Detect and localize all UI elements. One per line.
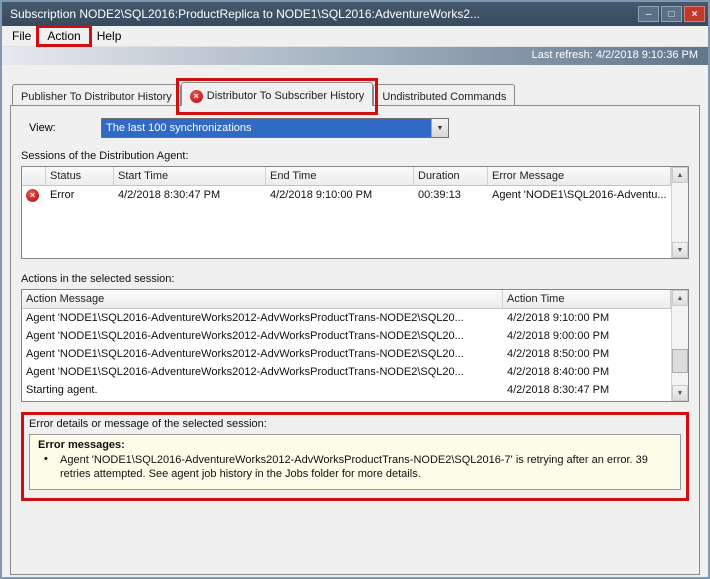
tab-label: Distributor To Subscriber History [207, 90, 365, 102]
actions-table-header: Action Message Action Time [22, 290, 671, 309]
action-message: Agent 'NODE1\SQL2016-AdventureWorks2012-… [22, 348, 503, 360]
tab-label: Undistributed Commands [382, 91, 506, 103]
view-dropdown[interactable]: The last 100 synchronizations ▼ [101, 118, 449, 138]
action-row[interactable]: Agent 'NODE1\SQL2016-AdventureWorks2012-… [22, 309, 671, 327]
subscription-window: Subscription NODE2\SQL2016:ProductReplic… [0, 0, 710, 579]
view-dropdown-value: The last 100 synchronizations [102, 119, 431, 137]
view-dropdown-button[interactable]: ▼ [431, 119, 448, 137]
minimize-icon: – [646, 9, 652, 20]
column-header-action-message[interactable]: Action Message [22, 290, 503, 308]
error-icon: × [190, 90, 203, 103]
column-header-error-message[interactable]: Error Message [488, 167, 671, 185]
session-start-time: 4/2/2018 8:30:47 PM [114, 189, 266, 201]
window-title: Subscription NODE2\SQL2016:ProductReplic… [10, 7, 638, 21]
scroll-up-button[interactable]: ▲ [672, 167, 688, 183]
close-icon: × [692, 9, 698, 20]
sessions-table-header: Status Start Time End Time Duration Erro… [22, 167, 671, 186]
tab-page-panel: View: The last 100 synchronizations ▼ Se… [10, 105, 700, 575]
actions-scrollbar[interactable]: ▲ ▼ [671, 290, 688, 401]
action-time: 4/2/2018 8:30:47 PM [503, 384, 671, 396]
error-details-box: Error messages: • Agent 'NODE1\SQL2016-A… [29, 434, 681, 490]
action-row[interactable]: Agent 'NODE1\SQL2016-AdventureWorks2012-… [22, 363, 671, 381]
title-bar: Subscription NODE2\SQL2016:ProductReplic… [2, 2, 708, 26]
error-details-label: Error details or message of the selected… [29, 418, 681, 430]
sessions-label: Sessions of the Distribution Agent: [21, 150, 689, 162]
error-message-text: Agent 'NODE1\SQL2016-AdventureWorks2012-… [60, 453, 672, 481]
error-x-glyph: × [30, 191, 35, 200]
session-status: Error [46, 189, 114, 201]
sessions-table: Status Start Time End Time Duration Erro… [21, 166, 689, 259]
column-header-start-time[interactable]: Start Time [114, 167, 266, 185]
action-time: 4/2/2018 9:00:00 PM [503, 330, 671, 342]
tab-strip: Publisher To Distributor History × Distr… [12, 81, 700, 105]
sessions-scrollbar[interactable]: ▲ ▼ [671, 167, 688, 258]
scroll-down-icon: ▼ [677, 247, 684, 254]
sessions-table-body: × Error 4/2/2018 8:30:47 PM 4/2/2018 9:1… [22, 186, 671, 258]
action-message: Starting agent. [22, 384, 503, 396]
window-controls: – □ × [638, 6, 708, 22]
scroll-up-icon: ▲ [677, 295, 684, 302]
action-row[interactable]: Agent 'NODE1\SQL2016-AdventureWorks2012-… [22, 327, 671, 345]
menu-file[interactable]: File [4, 27, 39, 45]
error-x-glyph: × [194, 92, 199, 101]
action-message: Agent 'NODE1\SQL2016-AdventureWorks2012-… [22, 330, 503, 342]
action-time: 4/2/2018 9:10:00 PM [503, 312, 671, 324]
scroll-down-button[interactable]: ▼ [672, 385, 688, 401]
actions-table-main: Action Message Action Time Agent 'NODE1\… [22, 290, 671, 401]
menu-bar: File Action Help [2, 26, 708, 47]
close-button[interactable]: × [684, 6, 705, 22]
session-error-message: Agent 'NODE1\SQL2016-Adventu... [488, 189, 671, 201]
error-details-annotation-box: Error details or message of the selected… [21, 412, 689, 501]
action-time: 4/2/2018 8:40:00 PM [503, 366, 671, 378]
minimize-button[interactable]: – [638, 6, 659, 22]
last-refresh-strip: Last refresh: 4/2/2018 9:10:36 PM [2, 47, 708, 65]
maximize-button[interactable]: □ [661, 6, 682, 22]
action-message: Agent 'NODE1\SQL2016-AdventureWorks2012-… [22, 366, 503, 378]
action-message: Agent 'NODE1\SQL2016-AdventureWorks2012-… [22, 312, 503, 324]
column-header-duration[interactable]: Duration [414, 167, 488, 185]
chevron-down-icon: ▼ [437, 125, 444, 132]
view-row: View: The last 100 synchronizations ▼ [29, 118, 689, 138]
menu-action[interactable]: Action [39, 27, 88, 45]
session-duration: 00:39:13 [414, 189, 488, 201]
actions-table-body: Agent 'NODE1\SQL2016-AdventureWorks2012-… [22, 309, 671, 401]
actions-label: Actions in the selected session: [21, 273, 689, 285]
error-icon: × [26, 189, 39, 202]
column-header-end-time[interactable]: End Time [266, 167, 414, 185]
tab-distributor-to-subscriber-history[interactable]: × Distributor To Subscriber History [181, 82, 374, 106]
session-end-time: 4/2/2018 9:10:00 PM [266, 189, 414, 201]
column-header-icon[interactable] [22, 167, 46, 185]
scrollbar-track[interactable] [672, 306, 688, 385]
view-label: View: [29, 122, 101, 134]
action-time: 4/2/2018 8:50:00 PM [503, 348, 671, 360]
maximize-icon: □ [668, 9, 674, 20]
scroll-down-button[interactable]: ▼ [672, 242, 688, 258]
action-row[interactable]: Agent 'NODE1\SQL2016-AdventureWorks2012-… [22, 345, 671, 363]
scroll-up-icon: ▲ [677, 172, 684, 179]
menu-help[interactable]: Help [89, 27, 130, 45]
tab-label: Publisher To Distributor History [21, 91, 172, 103]
actions-table: Action Message Action Time Agent 'NODE1\… [21, 289, 689, 402]
scrollbar-thumb[interactable] [672, 349, 688, 373]
bullet-icon: • [44, 453, 52, 481]
scroll-down-icon: ▼ [677, 390, 684, 397]
scrollbar-track[interactable] [672, 183, 688, 242]
tab-publisher-to-distributor-history[interactable]: Publisher To Distributor History [12, 84, 181, 105]
sessions-table-main: Status Start Time End Time Duration Erro… [22, 167, 671, 258]
column-header-action-time[interactable]: Action Time [503, 290, 671, 308]
error-messages-heading: Error messages: [38, 439, 672, 451]
action-row[interactable]: Starting agent. 4/2/2018 8:30:47 PM [22, 381, 671, 399]
scroll-up-button[interactable]: ▲ [672, 290, 688, 306]
last-refresh-text: Last refresh: 4/2/2018 9:10:36 PM [532, 49, 698, 61]
tab-undistributed-commands[interactable]: Undistributed Commands [373, 84, 515, 105]
column-header-status[interactable]: Status [46, 167, 114, 185]
session-row[interactable]: × Error 4/2/2018 8:30:47 PM 4/2/2018 9:1… [22, 186, 671, 204]
error-message-item: • Agent 'NODE1\SQL2016-AdventureWorks201… [38, 453, 672, 481]
